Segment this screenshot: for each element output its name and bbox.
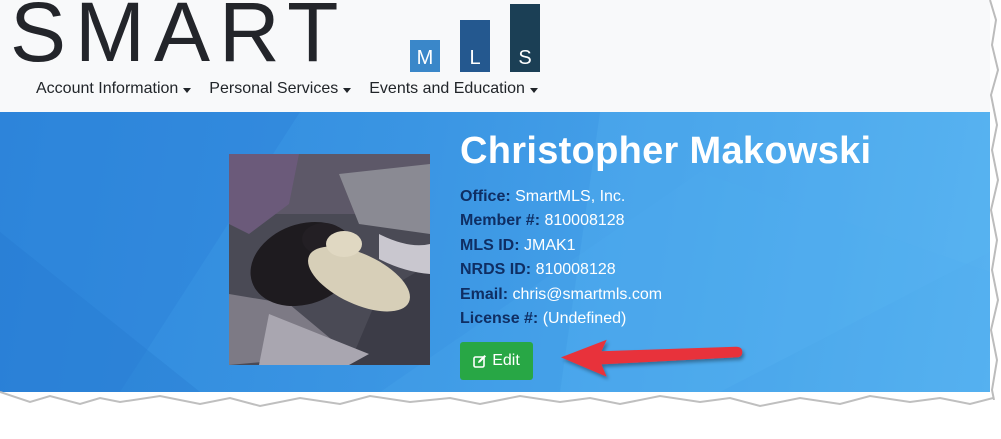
profile-name: Christopher Makowski [460,130,872,172]
detail-member-number: Member #: 810008128 [460,209,662,233]
detail-label: Office: [460,188,511,205]
caret-down-icon [343,87,352,93]
detail-value: 810008128 [535,261,616,279]
detail-office: Office: SmartMLS, Inc. [460,185,662,209]
profile-photo [229,154,430,365]
caret-down-icon [183,87,192,93]
edit-button[interactable]: Edit [460,342,533,380]
nav-events-and-education[interactable]: Events and Education [369,80,538,98]
smartmls-logo[interactable]: SMART M L S [10,0,550,79]
profile-hero: Christopher Makowski Office: SmartMLS, I… [0,112,990,392]
detail-label: Member #: [460,212,541,230]
main-nav: Account Information Personal Services Ev… [36,80,556,98]
nav-label: Account Information [36,80,179,97]
edit-button-label: Edit [492,352,520,369]
detail-label: MLS ID: [460,236,520,254]
nav-personal-services[interactable]: Personal Services [209,80,352,98]
edit-icon [473,355,487,368]
detail-mls-id: MLS ID: JMAK1 [460,234,662,258]
detail-value: JMAK1 [524,236,576,254]
caret-down-icon [529,87,538,93]
nav-label: Events and Education [369,80,525,97]
detail-value: SmartMLS, Inc. [515,188,626,205]
detail-label: License #: [460,310,539,328]
page: SMART M L S Account Information Personal… [0,0,1001,439]
torn-edge [0,391,1001,439]
detail-value: chris@smartmls.com [512,285,663,303]
detail-label: NRDS ID: [460,261,532,279]
logo-mls-s: S [510,4,540,72]
detail-label: Email: [460,285,509,303]
detail-value: (Undefined) [542,310,627,328]
detail-value: 810008128 [544,212,625,230]
detail-nrds-id: NRDS ID: 810008128 [460,258,662,282]
logo-mls-m: M [410,40,440,72]
profile-details: Office: SmartMLS, Inc. Member #: 8100081… [460,185,662,331]
logo-mls-l: L [460,20,490,72]
torn-edge-right [989,0,1001,400]
nav-label: Personal Services [209,80,339,97]
annotation-arrow [560,339,743,377]
logo-wordmark: SMART [10,0,348,79]
detail-email: Email: chris@smartmls.com [460,283,662,307]
detail-license: License #: (Undefined) [460,307,662,331]
nav-account-information[interactable]: Account Information [36,80,192,98]
header: SMART M L S Account Information Personal… [0,0,990,112]
